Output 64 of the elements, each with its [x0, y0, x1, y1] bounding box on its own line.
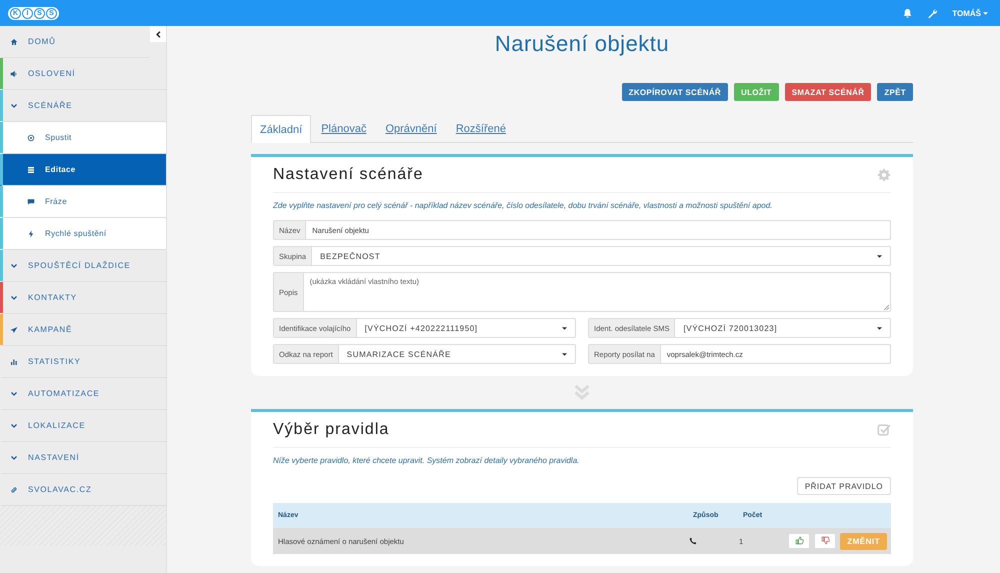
- tab[interactable]: Rozšířené: [446, 115, 515, 142]
- sidebar-item[interactable]: Spustit: [0, 122, 166, 154]
- chevron-left-icon: [154, 30, 162, 38]
- chevron-down-icon: [10, 454, 18, 462]
- thumbs-down-button[interactable]: [814, 532, 836, 548]
- send-icon: [10, 326, 18, 334]
- action-button[interactable]: SMAZAT SCÉNÁŘ: [784, 83, 872, 101]
- resize-grip-icon: [884, 305, 889, 310]
- dropdown-value: [VÝCHOZÍ +420222111950]: [364, 324, 479, 332]
- tab[interactable]: Plánovač: [312, 115, 376, 142]
- card-title: Nastavení scénáře: [273, 166, 424, 184]
- action-button[interactable]: ZPĚT: [877, 83, 913, 101]
- bell-icon[interactable]: [902, 8, 914, 18]
- user-menu[interactable]: TOMÁŠ: [952, 8, 981, 18]
- page-title: Narušení objektu: [494, 31, 670, 58]
- caret-icon: [562, 352, 567, 356]
- sidebar-item[interactable]: Editace: [0, 154, 166, 186]
- thumbs-up-button[interactable]: [788, 532, 810, 548]
- target-icon: [27, 134, 35, 142]
- collapse-button[interactable]: [150, 26, 166, 42]
- sidebar-item[interactable]: AUTOMATIZACE: [0, 378, 166, 410]
- wrench-icon[interactable]: [927, 8, 938, 18]
- speaker-icon: [10, 70, 18, 78]
- action-button[interactable]: ULOŽIT: [734, 83, 779, 101]
- sidebar-item[interactable]: OSLOVENÍ: [0, 58, 166, 90]
- caret-icon: [877, 326, 882, 330]
- list-icon: [27, 166, 35, 174]
- double-chevron-down-icon: [573, 385, 591, 400]
- bar-chart-icon: [10, 358, 18, 366]
- checkbox-icon: [877, 422, 891, 436]
- add-rule-button[interactable]: PŘIDAT PRAVIDLO: [796, 477, 891, 495]
- sidebar-item[interactable]: KAMPANĚ: [0, 314, 166, 346]
- chevron-down-icon: [10, 262, 18, 270]
- chevron-down-icon: [10, 294, 18, 302]
- tab[interactable]: Oprávnění: [376, 115, 446, 142]
- thumbs-down-icon: [820, 536, 830, 545]
- sidebar-item[interactable]: STATISTIKY: [0, 346, 166, 378]
- dropdown-value: [VÝCHOZÍ 720013023]: [682, 324, 778, 332]
- description-text: Níže vyberte pravidlo, které chcete upravit. Systém zobrazí detaily vybraného pravidla.: [273, 456, 580, 465]
- chevron-down-icon: [10, 390, 18, 398]
- link-icon: [10, 486, 18, 494]
- tab[interactable]: Základní: [251, 115, 312, 143]
- chevron-down-icon: [10, 102, 18, 110]
- dropdown-value: BEZPEČNOST: [319, 252, 382, 260]
- bolt-icon: [27, 230, 35, 238]
- dropdown-value: SUMARIZACE SCÉNÁŘE: [346, 350, 452, 358]
- sidebar-item[interactable]: Rychlé spuštění: [0, 218, 166, 250]
- action-button[interactable]: ZKOPÍROVAT SCÉNÁŘ: [622, 83, 728, 101]
- sidebar-item[interactable]: Fráze: [0, 186, 166, 218]
- sidebar-item[interactable]: SPOUŠTĚCÍ DLAŽDICE: [0, 250, 166, 282]
- chevron-down-icon: [10, 422, 18, 430]
- sidebar-item[interactable]: LOKALIZACE: [0, 410, 166, 442]
- sidebar-item[interactable]: DOMŮ: [0, 26, 149, 58]
- sidebar-item[interactable]: NASTAVENÍ: [0, 442, 166, 474]
- caret-icon: [562, 326, 567, 330]
- caret-icon[interactable]: [983, 12, 988, 14]
- card-title: Výběr pravidla: [273, 420, 390, 438]
- chat-icon: [27, 198, 35, 206]
- caret-icon: [877, 254, 882, 258]
- description-text: Zde vyplňte nastavení pro celý scénář - například název scénáře, číslo odesílatele, dobu trvání scénáře, vlastnosti a možnosti spuštění apod.: [273, 201, 774, 210]
- sidebar-item[interactable]: KONTAKTY: [0, 282, 166, 314]
- phone-icon: [689, 537, 697, 545]
- home-icon: [10, 38, 18, 46]
- thumbs-up-icon: [794, 536, 804, 545]
